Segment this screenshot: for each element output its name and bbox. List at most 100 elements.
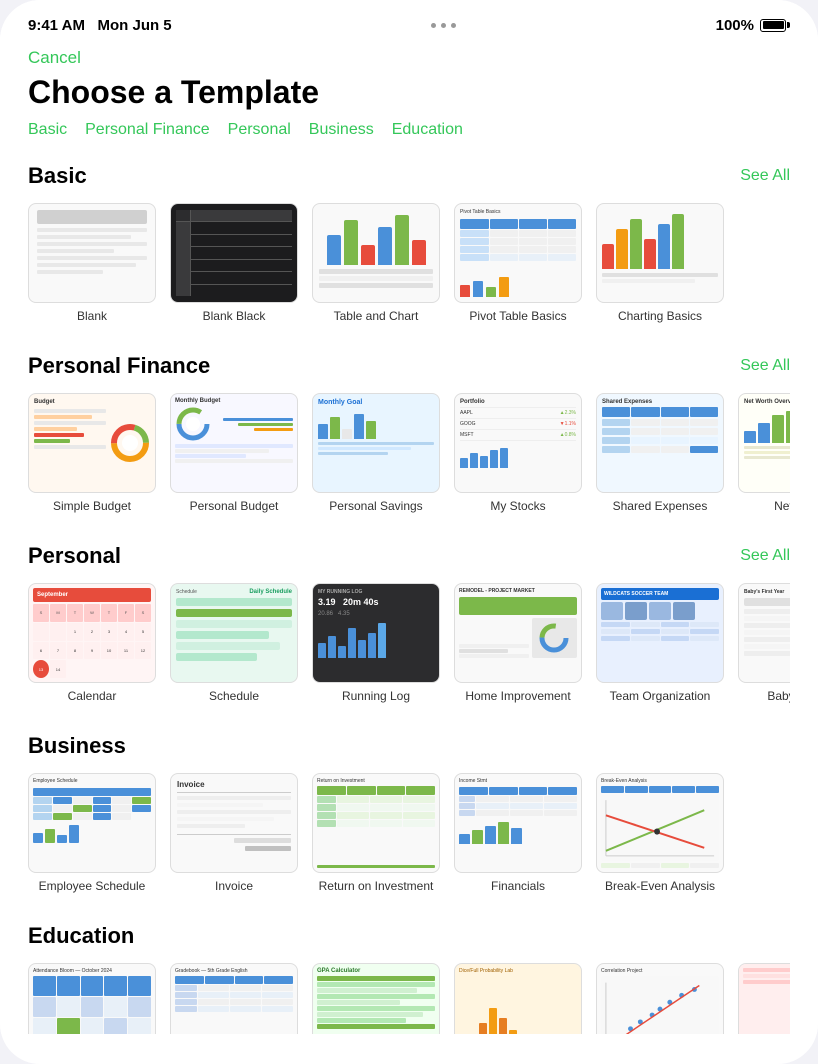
template-thumb-blank-black (170, 203, 298, 303)
template-dice-probability[interactable]: Dice/Full Probability Lab (454, 963, 582, 1034)
template-schedule[interactable]: Schedule Daily Schedule Schedule (170, 583, 298, 703)
status-time: 9:41 AM Mon Jun 5 (28, 17, 172, 34)
category-tabs: Basic Personal Finance Personal Business… (28, 121, 790, 139)
section-personal-finance: Personal Finance See All Budget (28, 353, 790, 513)
template-row-business: Employee Schedule (28, 773, 790, 893)
section-header-pf: Personal Finance See All (28, 353, 790, 379)
thumb-simple-budget: Budget (28, 393, 156, 493)
template-roi[interactable]: Return on Investment (312, 773, 440, 893)
template-shared-expenses[interactable]: Shared Expenses (596, 393, 724, 513)
label-my-stocks: My Stocks (490, 499, 545, 513)
see-all-personal[interactable]: See All (740, 547, 790, 565)
template-home-improvement[interactable]: REMODEL - PROJECT MARKET (454, 583, 582, 703)
see-all-pf[interactable]: See All (740, 357, 790, 375)
template-gpa-calculator[interactable]: GPA Calculator (312, 963, 440, 1034)
status-right: 100% (716, 17, 790, 34)
template-thumb-pivot: Pivot Table Basics (454, 203, 582, 303)
thumb-break-even: Break-Even Analysis (596, 773, 724, 873)
label-invoice: Invoice (215, 879, 253, 893)
section-title-basic: Basic (28, 163, 87, 189)
thumb-school-year: 2024–2025 School Year (738, 963, 790, 1034)
thumb-calendar: September S M T W T F S (28, 583, 156, 683)
thumb-gpa-calculator: GPA Calculator (312, 963, 440, 1034)
template-calendar[interactable]: September S M T W T F S (28, 583, 156, 703)
label-break-even: Break-Even Analysis (605, 879, 715, 893)
template-baby-record[interactable]: Baby's First Year (738, 583, 790, 703)
thumb-employee-schedule: Employee Schedule (28, 773, 156, 873)
battery-icon (760, 19, 790, 32)
label-simple-budget: Simple Budget (53, 499, 131, 513)
status-dot-2 (441, 23, 446, 28)
thumb-invoice: Invoice (170, 773, 298, 873)
section-basic: Basic See All (28, 163, 790, 323)
thumb-personal-budget: Monthly Budget (170, 393, 298, 493)
template-simple-budget[interactable]: Budget (28, 393, 156, 513)
section-title-personal: Personal (28, 543, 121, 569)
section-title-business: Business (28, 733, 126, 759)
template-correlation[interactable]: Correlation Project (596, 963, 724, 1034)
template-personal-savings[interactable]: Monthly Goal (312, 393, 440, 513)
thumb-my-stocks: Portfolio AAPL ▲2.3% GOOG ▼1.1% (454, 393, 582, 493)
cancel-button[interactable]: Cancel (28, 48, 81, 68)
tab-education[interactable]: Education (392, 121, 463, 139)
template-employee-schedule[interactable]: Employee Schedule (28, 773, 156, 893)
page-title: Choose a Template (28, 74, 790, 111)
battery-tip (787, 22, 790, 28)
main-content: Choose a Template Basic Personal Finance… (0, 74, 818, 1034)
label-roi: Return on Investment (319, 879, 434, 893)
cancel-bar: Cancel (0, 44, 818, 74)
battery-body (760, 19, 786, 32)
tab-basic[interactable]: Basic (28, 121, 67, 139)
template-team-org[interactable]: WILDCATS SOCCER TEAM (596, 583, 724, 703)
tab-business[interactable]: Business (309, 121, 374, 139)
tab-personal[interactable]: Personal (228, 121, 291, 139)
template-attendance-bloom[interactable]: Attendance Bloom — October 2024 (28, 963, 156, 1034)
thumb-financials: Income Stmt (454, 773, 582, 873)
tab-personal-finance[interactable]: Personal Finance (85, 121, 210, 139)
status-center (431, 23, 456, 28)
template-table-chart[interactable]: Table and Chart (312, 203, 440, 323)
status-bar: 9:41 AM Mon Jun 5 100% (0, 0, 818, 44)
template-row-pf: Budget (28, 393, 790, 513)
thumb-net-worth: Net Worth Overview (738, 393, 790, 493)
section-header-education: Education (28, 923, 790, 949)
thumb-home-improvement: REMODEL - PROJECT MARKET (454, 583, 582, 683)
label-blank-black: Blank Black (203, 309, 266, 323)
template-blank-black[interactable]: Blank Black (170, 203, 298, 323)
label-pivot: Pivot Table Basics (469, 309, 566, 323)
template-my-stocks[interactable]: Portfolio AAPL ▲2.3% GOOG ▼1.1% (454, 393, 582, 513)
thumb-shared-expenses: Shared Expenses (596, 393, 724, 493)
template-running-log[interactable]: MY RUNNING LOG 3.19 20m 40s 20.86 4.35 (312, 583, 440, 703)
label-schedule: Schedule (209, 689, 259, 703)
status-dot-1 (431, 23, 436, 28)
template-invoice[interactable]: Invoice Invoice (170, 773, 298, 893)
template-thumb-table-chart (312, 203, 440, 303)
label-net-worth: Net Wor… (774, 499, 790, 513)
thumb-baby-record: Baby's First Year (738, 583, 790, 683)
template-blank[interactable]: Blank (28, 203, 156, 323)
template-charting[interactable]: Charting Basics (596, 203, 724, 323)
thumb-schedule: Schedule Daily Schedule (170, 583, 298, 683)
section-header-basic: Basic See All (28, 163, 790, 189)
battery-fill (763, 21, 784, 29)
thumb-attendance-bloom: Attendance Bloom — October 2024 (28, 963, 156, 1034)
see-all-basic[interactable]: See All (740, 167, 790, 185)
template-school-year[interactable]: 2024–2025 School Year 2024–2025 School Y… (738, 963, 790, 1034)
label-financials: Financials (491, 879, 545, 893)
label-personal-savings: Personal Savings (329, 499, 422, 513)
template-thumb-charting (596, 203, 724, 303)
section-header-business: Business (28, 733, 790, 759)
thumb-dice-probability: Dice/Full Probability Lab (454, 963, 582, 1034)
template-break-even[interactable]: Break-Even Analysis (596, 773, 724, 893)
template-personal-budget[interactable]: Monthly Budget (170, 393, 298, 513)
thumb-team-org: WILDCATS SOCCER TEAM (596, 583, 724, 683)
section-business: Business Employee Schedule (28, 733, 790, 893)
template-thumb-blank (28, 203, 156, 303)
template-net-worth[interactable]: Net Worth Overview (738, 393, 790, 513)
template-financials[interactable]: Income Stmt (454, 773, 582, 893)
thumb-personal-savings: Monthly Goal (312, 393, 440, 493)
template-gradebook[interactable]: Gradebook — 5th Grade English (170, 963, 298, 1034)
template-pivot[interactable]: Pivot Table Basics (454, 203, 582, 323)
label-baby-record: Baby Record (767, 689, 790, 703)
battery-percentage: 100% (716, 17, 754, 34)
